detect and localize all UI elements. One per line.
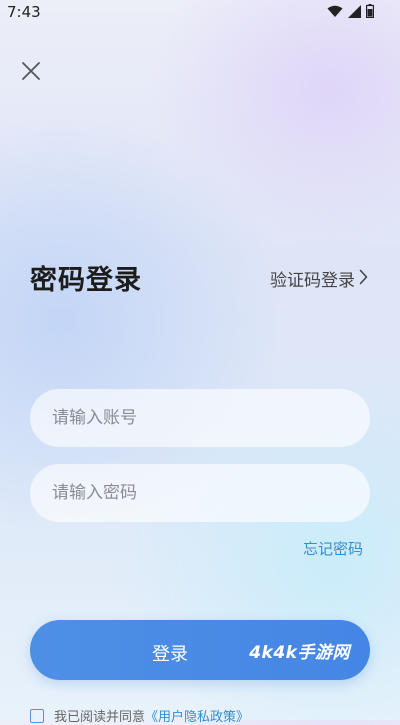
account-input[interactable]	[50, 407, 350, 429]
password-field-container	[30, 464, 370, 522]
agreement-checkbox[interactable]	[30, 708, 44, 723]
account-field-container	[30, 389, 370, 447]
close-icon	[21, 61, 41, 85]
login-button[interactable]: 登录 4k4k手游网	[30, 620, 370, 680]
close-button[interactable]	[18, 60, 44, 86]
switch-to-sms-login-link[interactable]: 验证码登录	[270, 266, 368, 291]
agreement-row: 我已阅读并同意《用户隐私政策》	[30, 706, 249, 725]
agreement-text: 我已阅读并同意	[54, 710, 146, 725]
watermark-text: 4k4k手游网	[249, 643, 350, 663]
wifi-icon	[327, 5, 343, 18]
status-time: 7:43	[7, 3, 41, 21]
privacy-policy-link[interactable]: 《用户隐私政策》	[145, 710, 249, 725]
password-input[interactable]	[50, 482, 350, 504]
chevron-right-icon	[359, 269, 368, 289]
switch-login-label: 验证码登录	[270, 271, 355, 291]
forgot-password-link[interactable]: 忘记密码	[303, 538, 363, 559]
cell-signal-icon	[348, 4, 361, 18]
status-icons	[327, 4, 374, 18]
page-title: 密码登录	[30, 265, 142, 296]
status-bar: 7:43	[0, 0, 400, 26]
battery-icon	[366, 4, 374, 18]
